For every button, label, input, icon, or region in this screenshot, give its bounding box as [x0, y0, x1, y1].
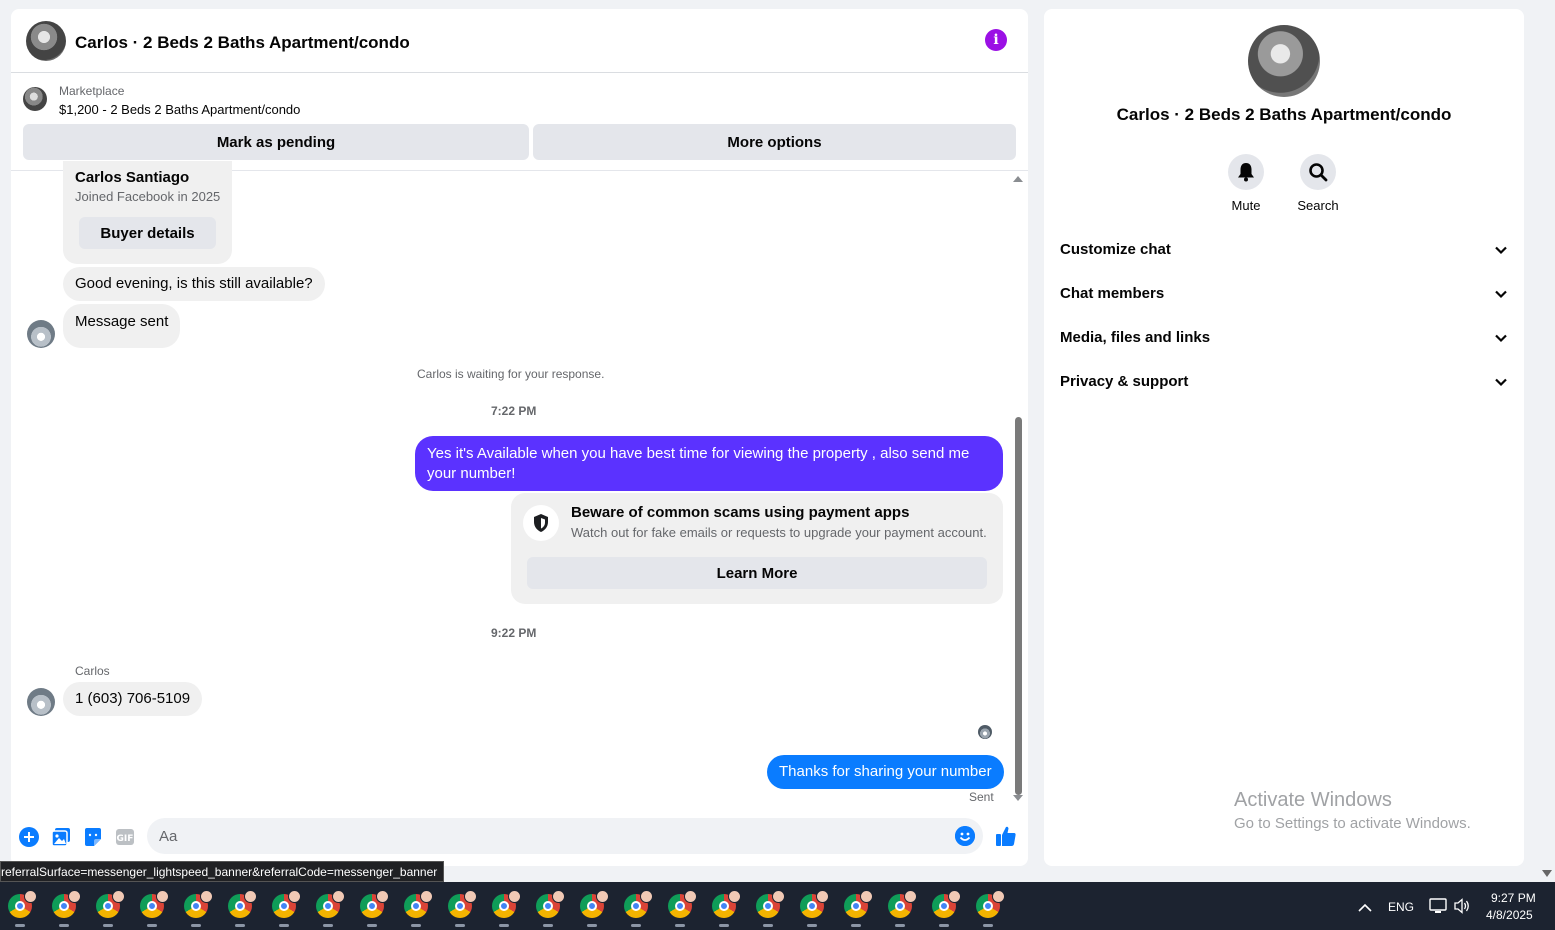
buyer-joined: Joined Facebook in 2025 [75, 189, 221, 204]
scam-warning-text: Watch out for fake emails or requests to… [571, 525, 987, 540]
chrome-taskbar-icon[interactable] [402, 890, 433, 927]
message-composer: GIF Aa [11, 813, 1028, 863]
chrome-taskbar-icon[interactable] [974, 890, 1005, 927]
chrome-taskbar-icon[interactable] [886, 890, 917, 927]
windows-taskbar: ENG 9:27 PM 4/8/2025 [0, 882, 1555, 930]
chevron-up-icon[interactable] [1358, 900, 1372, 918]
add-icon[interactable] [19, 827, 39, 847]
scam-warning-title: Beware of common scams using payment app… [571, 504, 910, 521]
read-receipt-avatar [978, 725, 992, 739]
search-label: Search [1297, 198, 1339, 213]
activate-windows-subtitle: Go to Settings to activate Windows. [1234, 815, 1471, 832]
listing-avatar[interactable] [26, 21, 66, 61]
listing-avatar-large[interactable] [1248, 25, 1320, 97]
chrome-taskbar-icon[interactable] [182, 890, 213, 927]
learn-more-button[interactable]: Learn More [527, 557, 987, 589]
sticker-icon[interactable] [83, 827, 103, 847]
chrome-taskbar-icon[interactable] [50, 890, 81, 927]
media-files-links-section[interactable]: Media, files and links [1060, 321, 1508, 357]
chrome-taskbar-icon[interactable] [534, 890, 565, 927]
chrome-taskbar-icon[interactable] [6, 890, 37, 927]
svg-text:GIF: GIF [117, 834, 134, 844]
chat-panel: Carlos · 2 Beds 2 Baths Apartment/condo … [11, 9, 1028, 866]
sender-avatar[interactable] [27, 320, 55, 348]
chrome-taskbar-icon[interactable] [842, 890, 873, 927]
photo-icon[interactable] [51, 827, 71, 847]
buyer-profile-card: Carlos Santiago Joined Facebook in 2025 … [63, 161, 232, 264]
chrome-taskbar-icon[interactable] [94, 890, 125, 927]
sender-avatar[interactable] [27, 688, 55, 716]
info-icon[interactable]: i [985, 29, 1007, 51]
gif-icon[interactable]: GIF [115, 827, 135, 847]
sender-name: Carlos [75, 664, 110, 678]
message-input[interactable]: Aa [147, 818, 983, 854]
chevron-down-icon [1494, 287, 1508, 306]
chrome-taskbar-icon[interactable] [666, 890, 697, 927]
timestamp: 9:22 PM [491, 626, 537, 640]
buyer-name: Carlos Santiago [75, 169, 190, 186]
customize-chat-section[interactable]: Customize chat [1060, 233, 1508, 269]
activate-windows-title: Activate Windows [1234, 789, 1392, 811]
chrome-taskbar-icon[interactable] [622, 890, 653, 927]
language-indicator[interactable]: ENG [1388, 900, 1414, 914]
incoming-message[interactable]: Message sent [63, 304, 181, 348]
clock-date[interactable]: 4/8/2025 [1486, 908, 1533, 922]
chrome-taskbar-icon[interactable] [710, 890, 741, 927]
chat-header: Carlos · 2 Beds 2 Baths Apartment/condo … [11, 9, 1028, 73]
chevron-down-icon [1494, 375, 1508, 394]
page-scroll-down-arrow[interactable] [1542, 870, 1552, 877]
section-label: Customize chat [1060, 241, 1171, 258]
network-icon[interactable] [1429, 898, 1447, 919]
more-options-button[interactable]: More options [533, 124, 1016, 160]
chrome-taskbar-icon[interactable] [226, 890, 257, 927]
mark-pending-button[interactable]: Mark as pending [23, 124, 529, 160]
volume-icon[interactable] [1453, 898, 1471, 919]
timestamp: 7:22 PM [491, 404, 537, 418]
section-label: Media, files and links [1060, 329, 1211, 346]
outgoing-message[interactable]: Yes it's Available when you have best ti… [415, 436, 1003, 491]
emoji-icon[interactable] [955, 826, 975, 846]
section-label: Privacy & support [1060, 373, 1189, 390]
incoming-message[interactable]: 1 (603) 706-5109 [63, 682, 203, 716]
chrome-taskbar-icon[interactable] [578, 890, 609, 927]
chrome-taskbar-icon[interactable] [754, 890, 785, 927]
section-label: Chat members [1060, 285, 1165, 302]
details-title: Carlos · 2 Beds 2 Baths Apartment/condo [1116, 105, 1452, 124]
chrome-taskbar-icon[interactable] [798, 890, 829, 927]
chat-members-section[interactable]: Chat members [1060, 277, 1508, 313]
chrome-taskbar-icon[interactable] [138, 890, 169, 927]
listing-title[interactable]: $1,200 - 2 Beds 2 Baths Apartment/condo [59, 102, 300, 117]
clock-time[interactable]: 9:27 PM [1491, 891, 1536, 905]
marketplace-label: Marketplace [59, 84, 125, 98]
chrome-taskbar-icon[interactable] [314, 890, 345, 927]
scroll-up-arrow[interactable] [1013, 176, 1023, 182]
scam-warning-card: Beware of common scams using payment app… [511, 493, 1003, 604]
bell-icon [1228, 154, 1264, 190]
incoming-message[interactable]: Good evening, is this still available? [63, 267, 325, 301]
chrome-taskbar-icon[interactable] [270, 890, 301, 927]
scrollbar-thumb[interactable] [1015, 417, 1022, 795]
chrome-taskbar-icon[interactable] [490, 890, 521, 927]
scroll-down-arrow[interactable] [1013, 795, 1023, 801]
buyer-details-button[interactable]: Buyer details [79, 217, 216, 249]
conversation-details-panel: Carlos · 2 Beds 2 Baths Apartment/condo … [1044, 9, 1524, 866]
chrome-taskbar-icon[interactable] [930, 890, 961, 927]
search-button[interactable]: Search [1278, 154, 1358, 213]
message-status: Sent [969, 790, 994, 804]
chrome-taskbar-icon[interactable] [358, 890, 389, 927]
search-icon [1300, 154, 1336, 190]
chevron-down-icon [1494, 243, 1508, 262]
listing-thumbnail[interactable] [23, 87, 47, 111]
outgoing-message[interactable]: Thanks for sharing your number [767, 755, 1004, 789]
privacy-support-section[interactable]: Privacy & support [1060, 365, 1508, 401]
chat-title[interactable]: Carlos · 2 Beds 2 Baths Apartment/condo [75, 33, 410, 53]
chrome-taskbar-icon[interactable] [446, 890, 477, 927]
link-tooltip: referralSurface=messenger_lightspeed_ban… [0, 861, 445, 882]
thumbs-up-icon[interactable] [995, 825, 1017, 847]
waiting-notice: Carlos is waiting for your response. [417, 367, 605, 381]
mute-label: Mute [1231, 198, 1261, 213]
chevron-down-icon [1494, 331, 1508, 350]
shield-icon [523, 505, 559, 541]
mute-button[interactable]: Mute [1206, 154, 1286, 213]
